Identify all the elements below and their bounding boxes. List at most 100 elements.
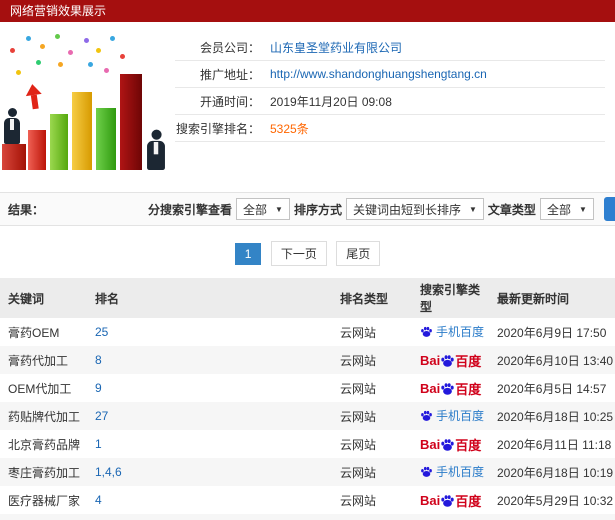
table-header-row: 关键词 排名 排名类型 搜索引擎类型 最新更新时间 <box>0 278 615 318</box>
filter-bar: 结果： 分搜索引擎查看 全部 ▼ 排序方式 关键词由短到长排序 ▼ 文章类型 全… <box>0 192 615 226</box>
engine-type-cell: Bai 百度 <box>412 346 489 374</box>
page-header: 网络营销效果展示 <box>0 0 615 22</box>
keyword-cell: OEM代加工 <box>8 381 72 396</box>
rank-link[interactable]: 4 <box>95 493 102 507</box>
header-keyword: 关键词 <box>8 291 45 306</box>
baidu-paw-icon <box>421 326 432 337</box>
keyword-cell: 膏药OEM <box>8 325 60 340</box>
submit-button[interactable]: 提交 <box>603 197 615 221</box>
table-row: 菏泽膏药厂家17云网站手机百度2020年6月11日 11:17 <box>0 514 615 520</box>
engine-type-cell: Bai 百度 <box>412 486 489 514</box>
growth-arrow-icon <box>24 83 43 110</box>
company-link[interactable]: 山东皇圣堂药业有限公司 <box>270 39 402 56</box>
person-body <box>4 118 20 144</box>
header-engine-type: 搜索引擎类型 <box>420 283 481 314</box>
engine-type-cell: 手机百度 <box>412 402 489 430</box>
keyword-cell: 药贴牌代加工 <box>8 409 81 424</box>
rank-count-value: 5325条 <box>270 121 309 136</box>
page-current-button[interactable]: 1 <box>234 243 262 265</box>
rank-cell: 25 <box>87 318 332 346</box>
result-label: 结果： <box>8 202 45 217</box>
engine-type-cell: 手机百度 <box>412 318 489 346</box>
businessman-figure-left <box>4 108 20 144</box>
page-title: 网络营销效果展示 <box>10 4 107 18</box>
article-type-label: 文章类型 <box>487 202 536 217</box>
sort-select[interactable]: 关键词由短到长排序 ▼ <box>345 198 484 220</box>
baidu-paw-icon <box>441 354 454 367</box>
rank-link[interactable]: 9 <box>95 381 102 395</box>
rank-type-cell: 云网站 <box>340 437 377 452</box>
engine-type-cell: Bai 百度 <box>412 430 489 458</box>
rank-type-cell: 云网站 <box>340 381 377 396</box>
chart-bar-red <box>28 130 46 170</box>
rank-type-cell: 云网站 <box>340 325 377 340</box>
open-time-value: 2019年11月20日 09:08 <box>270 94 392 109</box>
engine-type-cell: 手机百度 <box>412 514 489 520</box>
mobile-baidu-logo: 手机百度 <box>420 407 484 424</box>
rank-type-cell: 云网站 <box>340 465 377 480</box>
rank-link[interactable]: 1 <box>95 437 102 451</box>
field-label: 推广地址： <box>199 67 260 82</box>
table-row: 药贴牌代加工 27 云网站 手机百度 2020年6月18日 10:25 <box>0 402 615 430</box>
rank-cell: 27 <box>87 402 332 430</box>
rank-cell: 1,4,6 <box>87 458 332 486</box>
page-next-button[interactable]: 下一页 <box>270 241 327 266</box>
table-row: 枣庄膏药加工 1,4,6 云网站 手机百度 2020年6月18日 10:19 <box>0 458 615 486</box>
engine-select-value: 全部 <box>243 202 268 217</box>
field-label: 会员公司： <box>199 40 260 55</box>
baidu-logo: Bai 百度 <box>420 435 481 454</box>
info-fields: 会员公司： 山东皇圣堂药业有限公司 推广地址： http://www.shand… <box>175 34 605 188</box>
keyword-cell: 北京膏药品牌 <box>8 437 81 452</box>
info-field-rank-count: 搜索引擎排名： 5325条 <box>175 115 605 142</box>
rank-cell: 8 <box>87 346 332 374</box>
mobile-baidu-label: 手机百度 <box>436 409 485 423</box>
person-head <box>150 129 162 140</box>
businessman-figure-right <box>147 129 165 170</box>
rank-type-cell: 云网站 <box>340 493 377 508</box>
keyword-cell: 膏药代加工 <box>8 353 69 368</box>
header-rank: 排名 <box>95 291 120 306</box>
rank-link[interactable]: 1,4,6 <box>95 465 122 479</box>
mobile-baidu-logo: 手机百度 <box>420 323 484 340</box>
engine-select[interactable]: 全部 ▼ <box>236 198 290 220</box>
rank-type-cell: 云网站 <box>340 409 377 424</box>
promo-url-link[interactable]: http://www.shandonghuangshengtang.cn <box>270 67 487 81</box>
baidu-logo-text: Bai <box>420 492 441 508</box>
rank-type-cell: 云网站 <box>332 514 412 520</box>
table-row: OEM代加工 9 云网站 Bai 百度 2020年6月5日 14:57 <box>0 374 615 402</box>
baidu-logo-text: Bai <box>420 352 441 368</box>
baidu-paw-icon <box>441 438 454 451</box>
mobile-baidu-label: 手机百度 <box>436 325 485 339</box>
rank-link[interactable]: 8 <box>95 353 102 367</box>
chart-bar-green <box>50 114 68 170</box>
info-field-url: 推广地址： http://www.shandonghuangshengtang.… <box>175 61 605 88</box>
updated-cell: 2020年6月11日 11:18 <box>497 437 612 452</box>
rank-link[interactable]: 27 <box>95 409 108 423</box>
table-row: 北京膏药品牌 1 云网站 Bai 百度 2020年6月11日 11:18 <box>0 430 615 458</box>
field-label: 搜索引擎排名： <box>175 121 260 136</box>
person-body <box>147 140 165 170</box>
keyword-cell: 枣庄膏药加工 <box>8 465 81 480</box>
keyword-cell: 菏泽膏药厂家 <box>0 514 87 520</box>
baidu-logo: Bai 百度 <box>420 379 481 398</box>
updated-cell: 2020年6月11日 11:17 <box>489 514 615 520</box>
bar-chart-illustration <box>0 30 175 182</box>
keyword-cell: 医疗器械厂家 <box>8 493 81 508</box>
engine-type-cell: 手机百度 <box>412 458 489 486</box>
page-last-button[interactable]: 尾页 <box>336 241 381 266</box>
baidu-logo-text: 百度 <box>455 381 482 397</box>
rank-link[interactable]: 25 <box>95 325 108 339</box>
table-row: 医疗器械厂家 4 云网站 Bai 百度 2020年5月29日 10:32 <box>0 486 615 514</box>
header-updated: 最新更新时间 <box>497 291 570 306</box>
chart-bar-darkred <box>120 74 142 170</box>
engine-filter-label: 分搜索引擎查看 <box>148 202 233 217</box>
baidu-logo: Bai 百度 <box>420 351 481 370</box>
chart-bar-green-2 <box>96 108 116 170</box>
person-head <box>7 108 17 117</box>
baidu-logo-text: 百度 <box>455 493 482 509</box>
updated-cell: 2020年6月18日 10:19 <box>497 465 614 480</box>
article-type-select[interactable]: 全部 ▼ <box>539 198 594 220</box>
info-section: 会员公司： 山东皇圣堂药业有限公司 推广地址： http://www.shand… <box>0 22 615 192</box>
mobile-baidu-logo: 手机百度 <box>420 463 484 480</box>
filter-controls: 分搜索引擎查看 全部 ▼ 排序方式 关键词由短到长排序 ▼ 文章类型 全部 ▼ … <box>144 197 615 221</box>
